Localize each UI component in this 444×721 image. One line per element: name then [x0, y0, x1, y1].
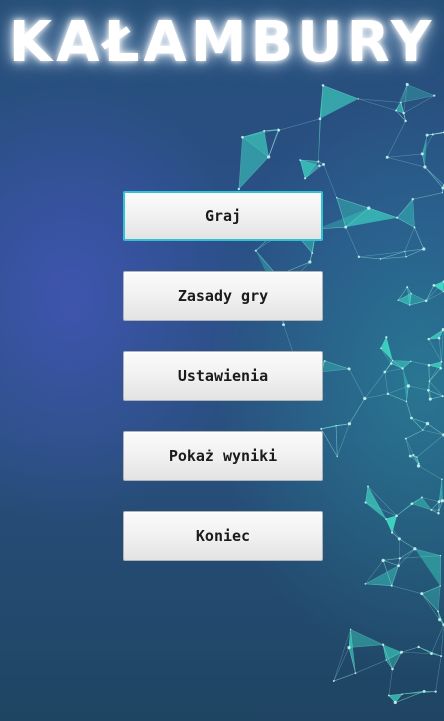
game-title: KAŁAMBURY	[8, 10, 436, 75]
show-scores-button[interactable]: Pokaż wyniki	[123, 431, 323, 481]
settings-button[interactable]: Ustawienia	[123, 351, 323, 401]
rules-button[interactable]: Zasady gry	[123, 271, 323, 321]
exit-button[interactable]: Koniec	[123, 511, 323, 561]
play-button[interactable]: Graj	[123, 191, 323, 241]
main-menu: Graj Zasady gry Ustawienia Pokaż wyniki …	[123, 191, 323, 591]
